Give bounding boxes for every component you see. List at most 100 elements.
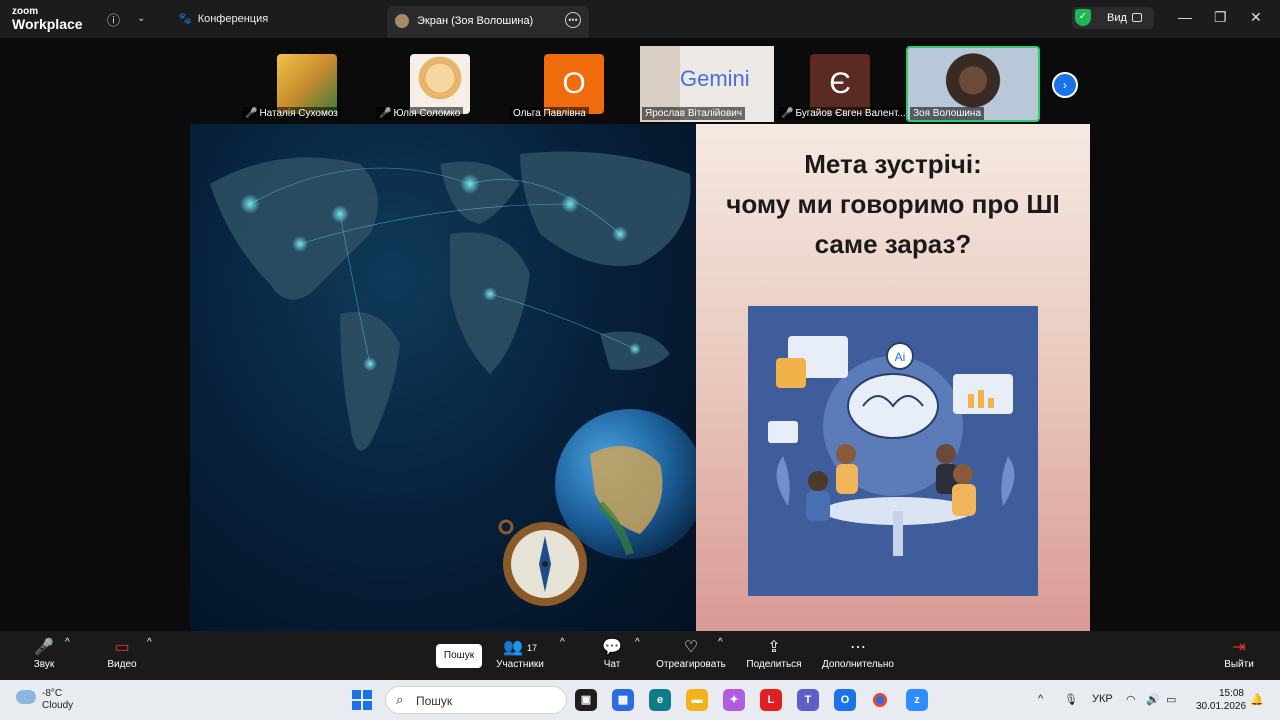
leave-label: Выйти: [1224, 659, 1254, 670]
security-shield-icon: ✓: [1075, 9, 1091, 26]
next-page-button[interactable]: ›: [1052, 72, 1078, 98]
outlook-icon[interactable]: O: [834, 689, 856, 711]
brand-big: Workplace: [12, 16, 83, 32]
participant-name: 🎤 Бугайов Євген Валент...: [778, 107, 909, 120]
volume-icon[interactable]: 🔊: [1146, 693, 1160, 706]
slide-title: Мета зустрічі: чому ми говоримо про ШІ с…: [696, 144, 1090, 264]
view-button[interactable]: ✓ Вид: [1072, 7, 1154, 29]
participants-label: Участники: [496, 659, 544, 670]
language-indicator[interactable]: УКР: [1092, 693, 1113, 705]
audio-button[interactable]: 🎤 Звук: [26, 637, 62, 670]
video-label: Видео: [107, 659, 137, 670]
paw-icon: 🐾: [178, 13, 192, 25]
world-map-image: [190, 124, 696, 631]
more-button[interactable]: ⋯ Дополнительно: [818, 637, 898, 670]
participant-name: Зоя Волошина: [910, 107, 985, 120]
participant-name: Ярослав Віталійович: [642, 107, 746, 120]
participant-initial: О: [544, 54, 604, 114]
video-options-caret-icon[interactable]: ^: [147, 637, 152, 648]
heart-icon: ♡: [683, 639, 699, 656]
ai-badge-text: Ai: [895, 350, 906, 364]
store-icon[interactable]: ▦: [612, 689, 634, 711]
slide-panel: Мета зустрічі: чому ми говоримо про ШІ с…: [696, 124, 1090, 631]
conference-tab[interactable]: 🐾 Конференция: [178, 12, 268, 25]
more-options-icon[interactable]: •••: [565, 12, 581, 28]
chat-label: Чат: [603, 659, 621, 670]
share-button[interactable]: ⇪ Поделиться: [744, 637, 804, 670]
participant-tile-active[interactable]: Зоя Волошина: [906, 46, 1040, 122]
windows-taskbar: -8°C Cloudy ⌕ Пошук ▣ ▦ e ▬ ✦ L T O z ^ …: [0, 680, 1280, 720]
taskbar-search-placeholder: Пошук: [416, 694, 453, 708]
ai-illustration-graphic: Ai: [748, 306, 1038, 596]
participant-name: 🎤 Наталія Сухомоз: [242, 107, 341, 120]
chat-options-caret-icon[interactable]: ^: [635, 637, 640, 648]
clock-time: 15:08: [1218, 688, 1244, 699]
wifi-icon[interactable]: ◠: [1126, 693, 1136, 706]
mic-muted-icon: 🎤: [245, 108, 258, 119]
gemini-overlay-text: Gemini: [680, 66, 750, 91]
react-button[interactable]: ♡ Отреагировать: [654, 637, 728, 670]
react-options-caret-icon[interactable]: ^: [718, 637, 723, 648]
exit-icon: ⇥: [1232, 639, 1246, 656]
leave-button[interactable]: ⇥ Выйти: [1222, 637, 1256, 670]
edge-icon[interactable]: e: [649, 689, 671, 711]
audio-options-caret-icon[interactable]: ^: [65, 637, 70, 648]
minimize-icon[interactable]: —: [1178, 9, 1192, 25]
view-label: Вид: [1107, 12, 1127, 24]
restore-icon[interactable]: ❐: [1214, 9, 1227, 26]
info-icon[interactable]: ⓘ: [107, 10, 120, 29]
participant-tile[interactable]: Gemini Ярослав Віталійович: [640, 46, 774, 122]
close-icon[interactable]: ✕: [1250, 9, 1262, 26]
participants-button[interactable]: 👥 17 Участники: [492, 637, 548, 670]
microphone-icon[interactable]: 🎙: [1064, 693, 1078, 706]
taskbar-search[interactable]: ⌕ Пошук: [385, 686, 567, 714]
participant-tile[interactable]: Є 🎤 Бугайов Євген Валент...: [778, 46, 909, 122]
task-view-icon[interactable]: ▣: [575, 689, 597, 711]
title-bar: zoom Workplace ⓘ ⌄ 🐾 Конференция Экран (З…: [0, 0, 1280, 38]
ai-illustration: Ai: [748, 306, 1038, 596]
windows-start-icon[interactable]: [352, 690, 372, 710]
participants-options-caret-icon[interactable]: ^: [560, 637, 565, 648]
audio-label: Звук: [33, 659, 55, 670]
chrome-icon[interactable]: [869, 689, 891, 711]
search-button[interactable]: Пошук: [436, 644, 482, 668]
shared-screen: Мета зустрічі: чому ми говоримо про ШІ с…: [190, 124, 1090, 631]
chat-button[interactable]: 💬 Чат: [598, 637, 626, 670]
notifications-icon[interactable]: 🔔: [1250, 693, 1264, 706]
weather-condition: Cloudy: [42, 700, 74, 711]
clock-date: 30.01.2026: [1196, 701, 1247, 712]
participant-tile[interactable]: 🎤 Наталія Сухомоз: [240, 46, 350, 122]
slide-title-line: саме зараз?: [814, 229, 972, 259]
participant-name: Ольга Павлівна: [510, 107, 589, 120]
world-map-graphic: [210, 151, 696, 606]
zoom-taskbar-icon[interactable]: z: [906, 689, 928, 711]
participant-tile[interactable]: О Ольга Павлівна: [508, 46, 618, 122]
participant-photo: [277, 54, 337, 114]
presenter-avatar: [395, 14, 409, 28]
participant-name: 🎤 Юлія Соломко: [376, 107, 464, 120]
copilot-icon[interactable]: ✦: [723, 689, 745, 711]
teams-icon[interactable]: T: [797, 689, 819, 711]
participants-icon: 👥 17: [503, 639, 537, 656]
zoom-window: zoom Workplace ⓘ ⌄ 🐾 Конференция Экран (З…: [0, 0, 1280, 720]
mic-muted-icon: 🎤: [781, 108, 794, 119]
system-clock[interactable]: 15:08 30.01.2026: [1196, 687, 1247, 713]
temperature: -8°C: [42, 688, 63, 699]
share-label: Поделиться: [746, 659, 802, 670]
chevron-down-icon[interactable]: ⌄: [137, 13, 145, 24]
chat-icon: 💬: [602, 639, 622, 656]
participant-tile[interactable]: 🎤 Юлія Соломко: [374, 46, 484, 122]
l-app-icon[interactable]: L: [760, 689, 782, 711]
screen-share-tab[interactable]: Экран (Зоя Волошина) •••: [387, 6, 589, 38]
file-explorer-icon[interactable]: ▬: [686, 689, 708, 711]
search-icon: ⌕: [396, 692, 404, 707]
battery-icon[interactable]: ▭: [1166, 693, 1176, 706]
more-label: Дополнительно: [822, 659, 894, 670]
camera-off-icon: ▭: [114, 639, 130, 656]
grid-view-icon: [1132, 13, 1142, 22]
more-icon: ⋯: [850, 639, 866, 656]
show-hidden-icons-icon[interactable]: ^: [1038, 693, 1043, 705]
video-button[interactable]: ▭ Видео: [102, 637, 142, 670]
participant-initial: Є: [810, 54, 870, 114]
slide-title-line: Мета зустрічі:: [804, 149, 982, 179]
